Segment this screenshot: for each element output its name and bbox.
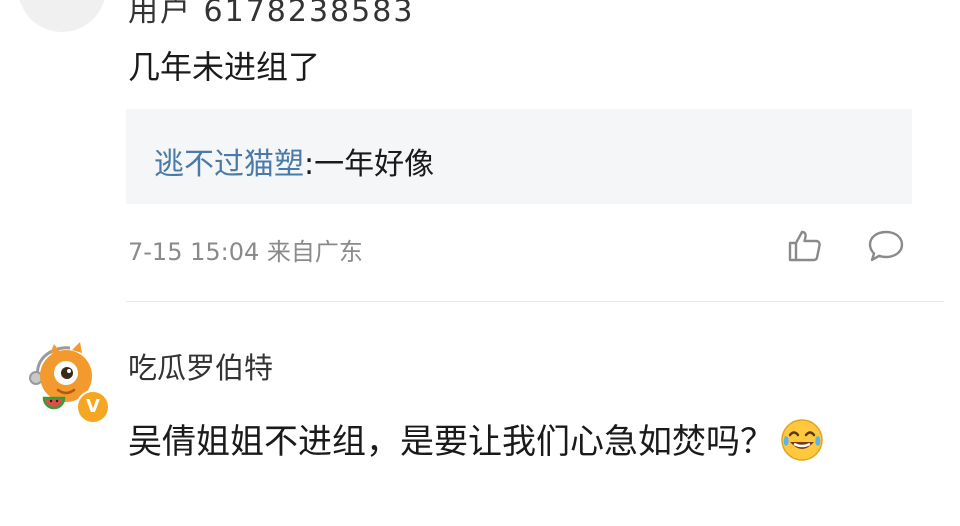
comment-icon[interactable] <box>867 229 905 263</box>
timestamp: 7-15 15:04 <box>128 238 260 266</box>
vip-badge: V <box>76 390 110 424</box>
comment-text-body: 吴倩姐姐不进组，是要让我们心急如焚吗？ <box>128 422 774 462</box>
avatar[interactable] <box>18 0 106 32</box>
username-partial[interactable]: 用户 6178238583 <box>128 0 414 30</box>
laughing-tears-icon <box>781 418 823 461</box>
reply-text: 一年好像 <box>314 147 435 182</box>
comment-text: 吴倩姐姐不进组，是要让我们心急如焚吗？ <box>128 415 928 469</box>
reply-line: 逃不过猫塑:一年好像 <box>154 139 434 183</box>
thumbs-up-icon[interactable] <box>787 229 823 263</box>
reply-separator: : <box>304 147 315 182</box>
comment-text: 几年未进组了 <box>128 48 321 86</box>
reply-box[interactable]: 逃不过猫塑:一年好像 <box>126 109 912 204</box>
comment-meta: 7-15 15:04 来自广东 <box>128 232 363 267</box>
reply-username[interactable]: 逃不过猫塑 <box>154 147 304 182</box>
location: 来自广东 <box>266 238 363 266</box>
divider <box>126 301 944 302</box>
vip-badge-label: V <box>86 396 100 417</box>
username[interactable]: 吃瓜罗伯特 <box>128 345 273 387</box>
